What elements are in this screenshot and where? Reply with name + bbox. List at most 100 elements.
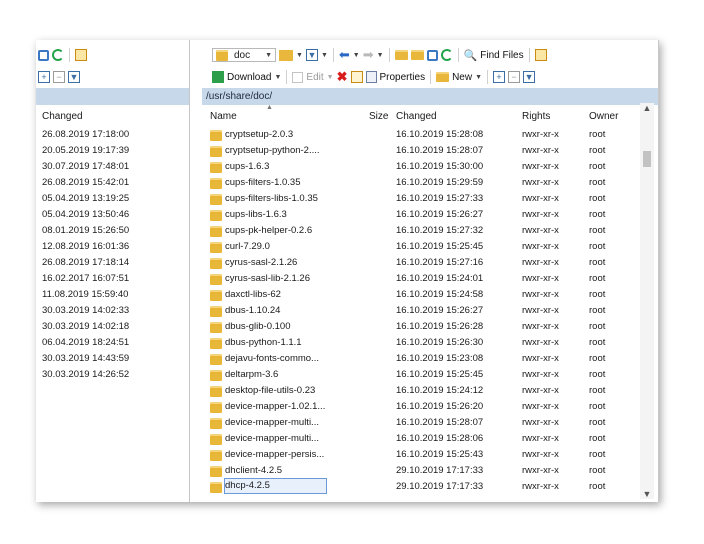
scroll-down-icon[interactable]: ▼ <box>640 489 654 499</box>
left-list-item[interactable]: 08.01.2019 15:26:50 <box>42 223 129 239</box>
left-list-item[interactable]: 30.07.2019 17:48:01 <box>42 159 129 175</box>
chevron-down-icon[interactable]: ▼ <box>296 52 303 59</box>
root-folder-icon[interactable] <box>410 50 424 60</box>
filter-icon[interactable]: ▼ <box>305 49 318 61</box>
left-list-item[interactable]: 30.03.2019 14:02:18 <box>42 319 129 335</box>
filter-icon[interactable]: ▼ <box>523 71 536 83</box>
pane-divider[interactable] <box>189 40 190 502</box>
properties-button[interactable]: Properties <box>380 72 426 83</box>
find-files-icon[interactable]: 🔍 <box>464 49 478 62</box>
left-list-item[interactable]: 30.03.2019 14:26:52 <box>42 367 129 383</box>
file-owner: root <box>589 129 606 140</box>
file-changed: 16.10.2019 15:28:06 <box>396 433 484 444</box>
forward-arrow-icon[interactable]: ➡ <box>363 47 374 63</box>
home-icon[interactable] <box>38 49 49 61</box>
left-list-item[interactable]: 30.03.2019 14:02:33 <box>42 303 129 319</box>
refresh-icon[interactable] <box>440 49 453 61</box>
file-changed: 16.10.2019 15:24:58 <box>396 289 484 300</box>
left-toolbar <box>38 45 87 65</box>
folder-icon <box>210 482 222 493</box>
find-files-button[interactable]: Find Files <box>480 50 523 61</box>
left-list-item[interactable]: 26.08.2019 15:42:01 <box>42 175 129 191</box>
chevron-down-icon[interactable]: ▼ <box>475 74 482 81</box>
file-owner: root <box>589 145 606 156</box>
file-changed: 16.10.2019 15:26:27 <box>396 209 484 220</box>
file-owner: root <box>589 225 606 236</box>
delete-icon[interactable]: ✖ <box>337 69 348 85</box>
new-folder-icon[interactable] <box>436 72 450 82</box>
file-owner: root <box>589 305 606 316</box>
rename-icon[interactable] <box>350 71 363 83</box>
file-changed: 16.10.2019 15:27:33 <box>396 193 484 204</box>
parent-folder-icon[interactable] <box>394 50 408 60</box>
vertical-scrollbar[interactable]: ▲ ▼ <box>640 103 654 499</box>
file-rights: rwxr-xr-x <box>522 257 559 268</box>
download-button[interactable]: Download <box>227 72 271 83</box>
select-plus-icon[interactable]: + <box>38 71 50 83</box>
file-rights: rwxr-xr-x <box>522 401 559 412</box>
toolbar-separator <box>487 70 489 84</box>
scrollbar-thumb[interactable] <box>643 151 651 167</box>
file-name: dbus-python-1.1.1 <box>225 337 302 348</box>
file-owner: root <box>589 353 606 364</box>
back-arrow-icon[interactable]: ⬅ <box>339 47 350 63</box>
folder-icon <box>210 322 222 333</box>
file-rights: rwxr-xr-x <box>522 305 559 316</box>
folder-icon <box>210 274 222 285</box>
left-list-item[interactable]: 05.04.2019 13:19:25 <box>42 191 129 207</box>
folder-icon <box>216 49 228 61</box>
left-list-item[interactable]: 26.08.2019 17:18:14 <box>42 255 129 271</box>
select-plus-icon[interactable]: + <box>493 71 506 83</box>
new-button[interactable]: New <box>452 72 472 83</box>
left-list-item[interactable]: 05.04.2019 13:50:46 <box>42 207 129 223</box>
select-minus-icon[interactable]: − <box>53 71 65 83</box>
left-list-item[interactable]: 20.05.2019 19:17:39 <box>42 143 129 159</box>
left-list-item[interactable]: 06.04.2019 18:24:51 <box>42 335 129 351</box>
tree-view-icon[interactable] <box>75 49 87 61</box>
chevron-down-icon[interactable]: ▼ <box>377 52 384 59</box>
left-list-item[interactable]: 26.08.2019 17:18:00 <box>42 127 129 143</box>
properties-icon[interactable] <box>365 71 377 83</box>
location-combo[interactable]: doc ▼ <box>212 48 276 62</box>
file-changed: 16.10.2019 15:25:45 <box>396 241 484 252</box>
file-changed: 16.10.2019 15:25:43 <box>396 449 484 460</box>
file-name: curl-7.29.0 <box>225 241 270 252</box>
download-icon[interactable] <box>212 71 224 83</box>
left-list-item[interactable]: 11.08.2019 15:59:40 <box>42 287 128 303</box>
home-icon[interactable] <box>426 49 438 61</box>
right-path-bar[interactable]: /usr/share/doc/ <box>202 88 658 105</box>
file-name: dhclient-4.2.5 <box>225 465 283 476</box>
file-name: device-mapper-multi... <box>225 433 319 444</box>
edit-button[interactable]: Edit <box>306 72 323 83</box>
file-rights: rwxr-xr-x <box>522 129 559 140</box>
file-changed: 29.10.2019 17:17:33 <box>396 481 484 492</box>
file-name: dejavu-fonts-commo... <box>225 353 319 364</box>
select-minus-icon[interactable]: − <box>508 71 521 83</box>
file-changed: 16.10.2019 15:23:08 <box>396 353 484 364</box>
scroll-up-icon[interactable]: ▲ <box>640 103 654 113</box>
chevron-down-icon[interactable]: ▼ <box>327 74 334 81</box>
left-list-item[interactable]: 30.03.2019 14:43:59 <box>42 351 129 367</box>
chevron-down-icon[interactable]: ▼ <box>353 52 360 59</box>
open-folder-icon[interactable] <box>279 49 293 61</box>
folder-icon <box>210 370 222 381</box>
location-combo-value: doc <box>234 49 251 61</box>
chevron-down-icon[interactable]: ▼ <box>321 52 328 59</box>
file-name: deltarpm-3.6 <box>225 369 279 380</box>
chevron-down-icon[interactable]: ▼ <box>265 52 272 59</box>
left-list-item[interactable]: 12.08.2019 16:01:36 <box>42 239 129 255</box>
file-changed: 16.10.2019 15:26:28 <box>396 321 484 332</box>
refresh-icon[interactable] <box>52 49 64 61</box>
folder-icon <box>210 146 222 157</box>
chevron-down-icon[interactable]: ▼ <box>274 74 281 81</box>
filter-icon[interactable]: ▼ <box>68 71 80 83</box>
file-rights: rwxr-xr-x <box>522 209 559 220</box>
file-name: desktop-file-utils-0.23 <box>225 385 316 396</box>
file-name: dbus-glib-0.100 <box>225 321 291 332</box>
file-rights: rwxr-xr-x <box>522 289 559 300</box>
tree-view-icon[interactable] <box>534 49 547 61</box>
left-list-item[interactable]: 16.02.2017 16:07:51 <box>42 271 129 287</box>
file-owner: root <box>589 321 606 332</box>
folder-icon <box>210 386 222 397</box>
left-toolbar-row2: + − ▼ <box>38 67 80 87</box>
